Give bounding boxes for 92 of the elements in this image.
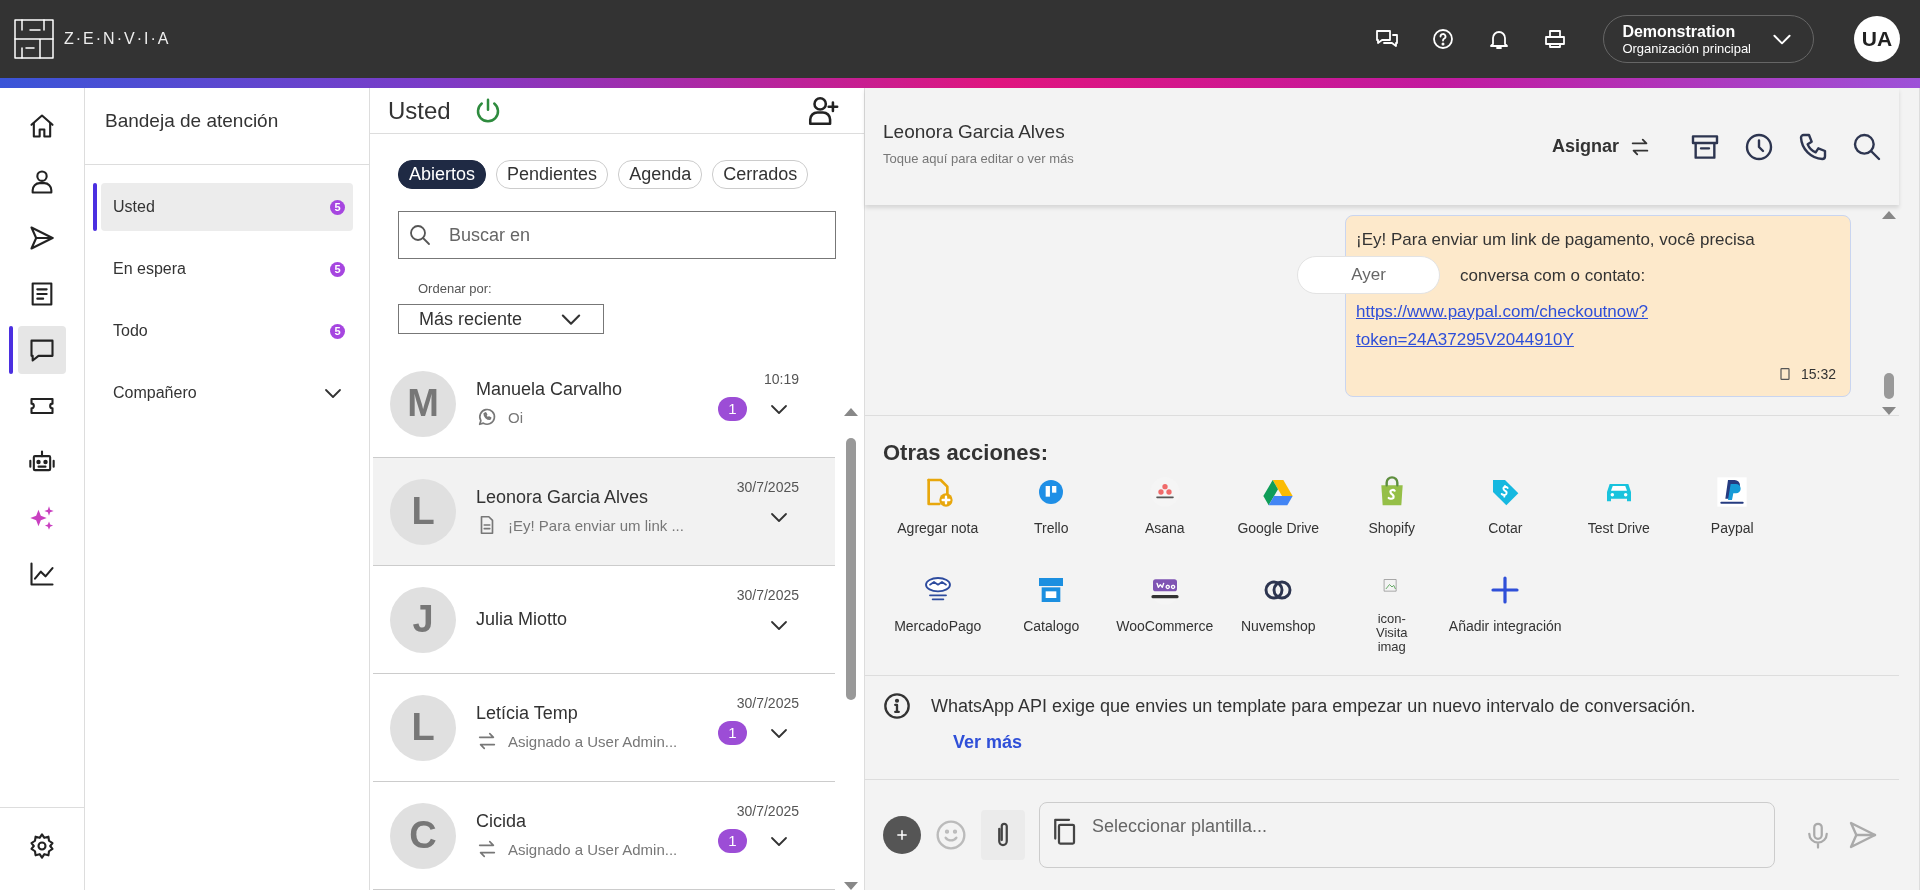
message-text: ¡Ey! Para enviar um link de pagamento, você precisa: [1356, 229, 1756, 251]
integration-button[interactable]: Catalogo: [994, 570, 1108, 654]
search-icon: [408, 223, 432, 247]
template-field[interactable]: Seleccionar plantilla...: [1039, 802, 1775, 868]
info-icon: [883, 692, 911, 720]
search-field[interactable]: Buscar en: [398, 211, 836, 259]
status-tab[interactable]: Cerrados: [712, 160, 809, 189]
integration-button[interactable]: MercadoPago: [881, 570, 995, 654]
payment-badge-icon: [1716, 476, 1749, 508]
printer-icon[interactable]: [1543, 27, 1568, 51]
contact-name: Manuela Carvalho: [476, 379, 624, 400]
status-tab[interactable]: Pendientes: [496, 160, 609, 189]
message-text: conversa com o contato:: [1460, 265, 1646, 287]
integration-button[interactable]: icon-Visita imag: [1335, 570, 1449, 654]
integration-button[interactable]: Nuvemshop: [1221, 570, 1335, 654]
integration-button[interactable]: Shopify: [1335, 472, 1449, 556]
integration-button[interactable]: Agregar nota: [881, 472, 995, 556]
transfer-icon: [476, 838, 498, 860]
message-time: 30/7/2025: [736, 802, 799, 819]
conversation-item[interactable]: J Julia Miotto 30/7/2025: [373, 566, 835, 674]
send-icon: [28, 224, 56, 252]
header-hint: Toque aquí para editar o ver más: [883, 151, 1074, 166]
add-button[interactable]: [883, 816, 921, 854]
user-avatar[interactable]: UA: [1854, 16, 1900, 62]
section-title: Otras acciones:: [883, 440, 1050, 466]
contact-header[interactable]: Leonora Garcia Alves Toque aquí para editar o ver más: [883, 121, 1074, 166]
contact-name: Leonora Garcia Alves: [883, 121, 1066, 143]
transfer-icon: [476, 730, 498, 752]
group-label: Compañero: [113, 384, 197, 402]
message-time: 10:19: [763, 370, 799, 387]
conversation-item[interactable]: C Cicida Asignado a User Admin... 30/7/2025 1: [373, 782, 835, 890]
contact-avatar: L: [390, 694, 456, 761]
contact-name: Leonora Garcia Alves: [476, 487, 650, 508]
logo-text: Z·E·N·V·I·A: [64, 30, 171, 48]
status-tab[interactable]: Agenda: [618, 160, 703, 189]
conversation-item[interactable]: L Letícia Temp Asignado a User Admin... 30/7/2025 1: [373, 674, 835, 782]
sort-dropdown[interactable]: Más reciente: [398, 304, 604, 334]
panel-title: Bandeja de atención: [105, 110, 279, 132]
unread-badge: 1: [718, 396, 747, 421]
message-preview: Asignado a User Admin...: [508, 732, 678, 750]
contact-avatar: M: [390, 370, 456, 437]
integration-button[interactable]: Cotar: [1448, 472, 1562, 556]
message-time: 15:32: [1800, 365, 1836, 384]
settings-icon: [28, 832, 56, 860]
message-preview: Oi: [508, 408, 523, 426]
integration-button[interactable]: WooCommerce: [1108, 570, 1222, 654]
unread-badge: 1: [718, 828, 747, 853]
inbox-group[interactable]: Compañero: [101, 369, 353, 417]
count-badge: 5: [330, 323, 345, 339]
notice-text: WhatsApp API exige que envies un template para empezar un nuevo intervalo de conversación.: [931, 695, 1696, 717]
integration-button[interactable]: Test Drive: [1562, 472, 1676, 556]
home-icon: [28, 112, 56, 140]
integration-button[interactable]: Asana: [1108, 472, 1222, 556]
contact-name: Letícia Temp: [476, 703, 579, 724]
message-preview: Asignado a User Admin...: [508, 840, 678, 858]
help-icon[interactable]: [1431, 27, 1456, 51]
message-time: 30/7/2025: [736, 478, 799, 495]
unread-badge: 1: [718, 720, 747, 745]
inbox-filter[interactable]: Todo 5: [101, 307, 353, 355]
date-chip: Ayer: [1297, 256, 1440, 294]
payment-link[interactable]: https://www.paypal.com/checkoutnow?token=24A37295V2044910Y: [1356, 298, 1696, 354]
filter-label: Todo: [113, 322, 148, 340]
inbox-filter[interactable]: En espera 5: [101, 245, 353, 293]
list-title: Usted: [388, 96, 451, 125]
contact-avatar: L: [390, 478, 456, 545]
contact-name: Julia Miotto: [476, 609, 569, 630]
integration-button[interactable]: Paypal: [1675, 472, 1789, 556]
integration-button[interactable]: Añadir integración: [1448, 570, 1562, 654]
chart-icon: [28, 560, 56, 588]
filter-label: Usted: [113, 198, 155, 216]
message-time: 30/7/2025: [736, 694, 799, 711]
contact-avatar: C: [390, 802, 456, 869]
integration-button[interactable]: Trello: [994, 472, 1108, 556]
sort-label: Ordenar por:: [418, 281, 493, 296]
count-badge: 5: [330, 199, 345, 215]
assign-button[interactable]: Asignar: [1551, 135, 1651, 158]
message-preview: ¡Ey! Para enviar um link ...: [508, 516, 684, 534]
chat-nav-button[interactable]: [18, 326, 66, 374]
logo-icon: [14, 19, 54, 59]
contact-name: Cicida: [476, 811, 528, 832]
filter-label: En espera: [113, 260, 186, 278]
message-time: 30/7/2025: [736, 586, 799, 603]
inbox-filter[interactable]: Usted 5: [101, 183, 353, 231]
contact-avatar: J: [390, 586, 456, 653]
conversation-item[interactable]: L Leonora Garcia Alves ¡Ey! Para enviar um link ... 30/7/2025: [373, 458, 835, 566]
active-indicator: [9, 326, 13, 374]
whatsapp-icon: [476, 406, 498, 428]
attach-button[interactable]: [981, 810, 1025, 860]
status-tab[interactable]: Abiertos: [398, 160, 487, 189]
integration-button[interactable]: Google Drive: [1221, 472, 1335, 556]
count-badge: 5: [330, 261, 345, 277]
see-more-link[interactable]: Ver más: [953, 732, 1899, 753]
